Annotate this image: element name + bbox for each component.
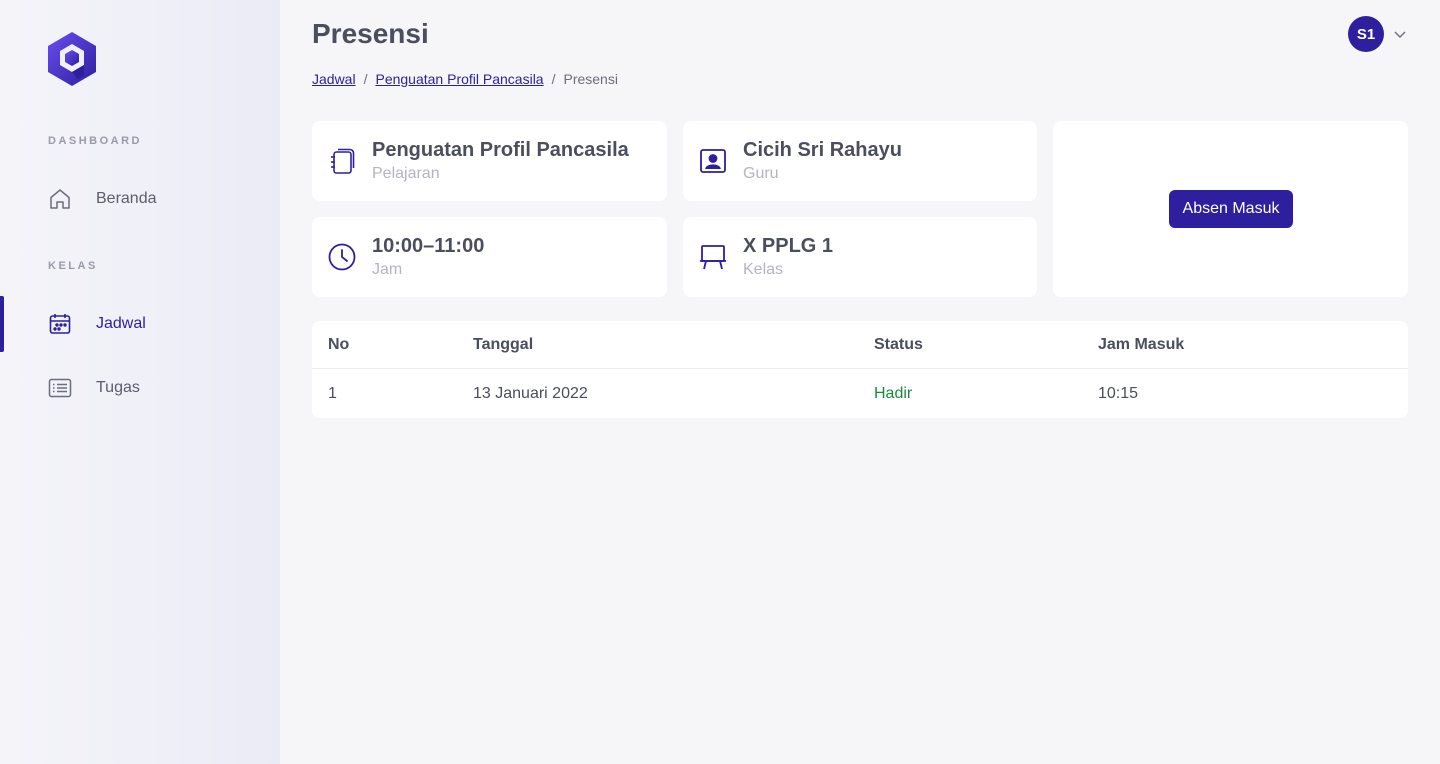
list-icon <box>48 378 72 398</box>
breadcrumb-current: Presensi <box>563 71 618 87</box>
breadcrumb-separator: / <box>551 71 556 87</box>
time-label: Jam <box>372 261 403 278</box>
sidebar-item-jadwal[interactable]: Jadwal <box>0 296 280 352</box>
app-logo[interactable] <box>48 32 96 86</box>
clock-icon <box>328 243 356 271</box>
subject-name: Penguatan Profil Pancasila <box>372 139 629 161</box>
time-card: 10:00–11:00 Jam <box>312 217 667 297</box>
cell-jam-masuk: 10:15 <box>1098 385 1139 402</box>
teacher-label: Guru <box>743 165 779 182</box>
time-range: 10:00–11:00 <box>372 235 485 257</box>
calendar-icon <box>49 314 71 334</box>
status-badge: Hadir <box>874 385 913 402</box>
teacher-name: Cicih Sri Rahayu <box>743 139 902 161</box>
column-header-tanggal: Tanggal <box>473 336 534 353</box>
sidebar: DASHBOARD Beranda KELAS Jadwal Tugas <box>0 0 280 764</box>
column-header-no: No <box>328 336 350 353</box>
class-card: X PPLG 1 Kelas <box>683 217 1037 297</box>
table-row: 1 13 Januari 2022 Hadir 10:15 <box>312 370 1408 418</box>
breadcrumb: Jadwal / Penguatan Profil Pancasila / Pr… <box>312 71 618 87</box>
attendance-table: No Tanggal Status Jam Masuk 1 13 Januari… <box>312 321 1408 418</box>
page-title: Presensi <box>312 18 429 49</box>
board-icon <box>700 245 726 270</box>
breadcrumb-link-jadwal[interactable]: Jadwal <box>312 71 356 87</box>
breadcrumb-link-pelajaran[interactable]: Penguatan Profil Pancasila <box>375 71 543 87</box>
column-header-jam-masuk: Jam Masuk <box>1098 336 1185 353</box>
subject-label: Pelajaran <box>372 165 440 182</box>
breadcrumb-separator: / <box>363 71 368 87</box>
class-label: Kelas <box>743 261 784 278</box>
user-avatar[interactable]: S1 <box>1348 16 1384 52</box>
subject-card: Penguatan Profil Pancasila Pelajaran <box>312 121 667 201</box>
column-header-status: Status <box>874 336 923 353</box>
cell-tanggal: 13 Januari 2022 <box>473 385 588 402</box>
section-label-dashboard: DASHBOARD <box>48 135 142 147</box>
sidebar-item-label: Jadwal <box>96 315 146 332</box>
teacher-card: Cicih Sri Rahayu Guru <box>683 121 1037 201</box>
home-icon <box>50 189 70 209</box>
check-in-button[interactable]: Absen Masuk <box>1169 190 1293 228</box>
sidebar-item-label: Tugas <box>96 379 140 396</box>
attendance-action-card: Absen Masuk <box>1053 121 1408 297</box>
teacher-icon <box>700 149 726 173</box>
chevron-down-icon[interactable] <box>1392 26 1408 42</box>
cell-no: 1 <box>328 385 337 402</box>
table-header-row: No Tanggal Status Jam Masuk <box>312 321 1408 369</box>
section-label-kelas: KELAS <box>48 260 98 272</box>
sidebar-item-beranda[interactable]: Beranda <box>0 171 280 227</box>
sidebar-item-tugas[interactable]: Tugas <box>0 360 280 416</box>
sidebar-item-label: Beranda <box>96 190 157 207</box>
notebook-icon <box>331 148 355 174</box>
class-name: X PPLG 1 <box>743 235 834 257</box>
